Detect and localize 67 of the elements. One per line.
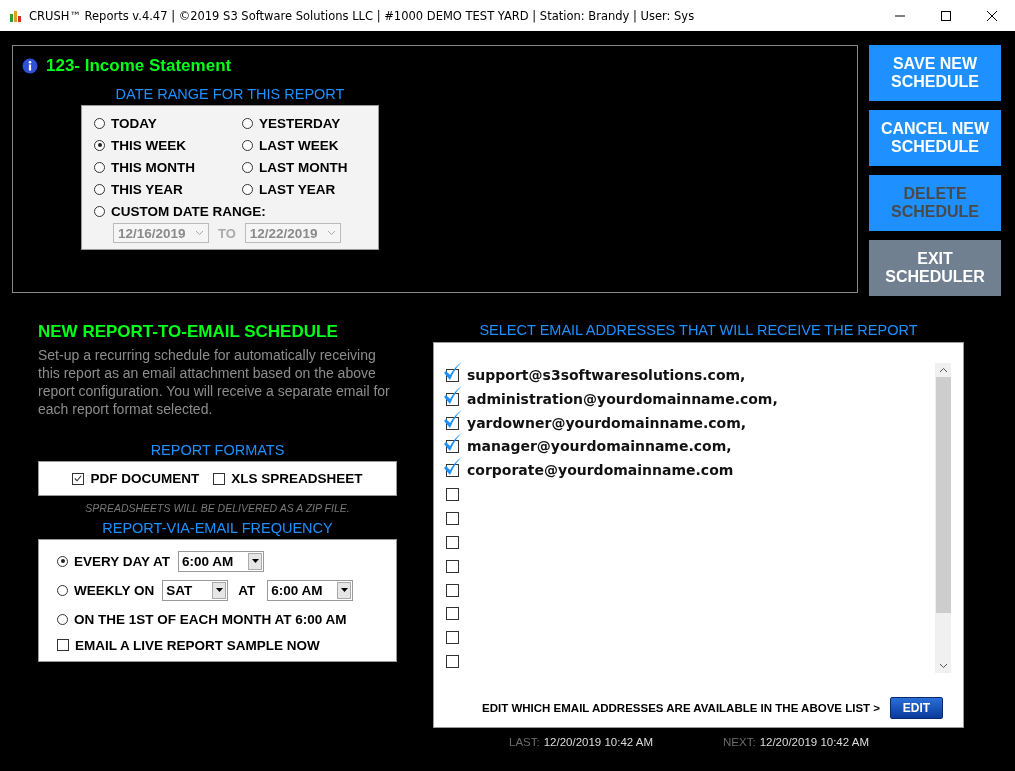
radio-label[interactable]: ON THE 1ST OF EACH MONTH AT 6:00 AM — [74, 611, 347, 627]
chevron-down-icon — [326, 230, 336, 236]
radio-button[interactable] — [94, 117, 105, 129]
window-title: CRUSH™ Reports v.4.47 | ©2019 S3 Software Solutions LLC | #1000 DEMO TEST YARD | Station: Brandy | User: Sys — [29, 8, 695, 23]
schedule-heading: NEW REPORT-TO-EMAIL SCHEDULE — [38, 322, 339, 342]
radio-button[interactable] — [94, 139, 105, 151]
email-address[interactable]: administration@yourdomainname.com, — [467, 390, 778, 407]
radio-label[interactable]: YESTERDAY — [259, 115, 341, 131]
chevron-down-icon — [195, 230, 204, 236]
scroll-thumb[interactable] — [935, 377, 951, 613]
next-label: NEXT: — [723, 736, 756, 748]
section-heading: SELECT EMAIL ADDRESSES THAT WILL RECEIVE THE REPORT — [478, 322, 919, 338]
dropdown-arrow-icon — [215, 588, 223, 592]
radio-label[interactable]: LAST WEEK — [259, 137, 339, 153]
time-dropdown[interactable]: 6:00 AM — [178, 550, 265, 572]
radio-button[interactable] — [57, 555, 68, 567]
radio-button[interactable] — [57, 584, 68, 596]
scroll-up-icon[interactable] — [938, 367, 948, 373]
at-label: AT — [238, 582, 256, 598]
radio-button[interactable] — [57, 613, 68, 625]
radio-label[interactable]: WEEKLY ON — [74, 582, 155, 598]
email-address[interactable]: yardowner@yourdomainname.com, — [467, 414, 747, 431]
scrollbar[interactable] — [935, 363, 951, 673]
radio-label[interactable]: THIS MONTH — [111, 159, 195, 175]
email-address[interactable]: corporate@yourdomainname.com — [467, 462, 734, 479]
edit-button[interactable]: EDIT — [890, 697, 943, 719]
section-heading: DATE RANGE FOR THIS REPORT — [114, 86, 346, 102]
dropdown-arrow-icon — [251, 559, 259, 563]
email-address[interactable]: support@s3softwaresolutions.com, — [467, 366, 746, 383]
radio-button[interactable] — [94, 183, 105, 195]
radio-label[interactable]: LAST MONTH — [259, 159, 348, 175]
dropdown-arrow-icon — [340, 588, 348, 592]
day-dropdown[interactable]: SAT — [162, 579, 229, 601]
report-title: 123- Income Statement — [46, 56, 232, 76]
time-dropdown[interactable]: 6:00 AM — [267, 579, 354, 601]
scroll-down-icon[interactable] — [938, 663, 948, 669]
schedule-description: Set-up a recurring schedule for automatically receiving this report as an email attachment based on the above report configuration. You will receive a separate email for each report format selected. — [38, 346, 391, 418]
checkbox[interactable] — [72, 472, 85, 485]
app-logo-icon — [9, 8, 23, 23]
email-address[interactable]: manager@yourdomainname.com, — [467, 438, 732, 455]
last-run-time: 12/20/2019 10:42 AM — [543, 736, 654, 748]
radio-label[interactable]: THIS WEEK — [111, 137, 186, 153]
radio-button[interactable] — [94, 161, 105, 173]
radio-button[interactable] — [242, 161, 253, 173]
close-icon[interactable] — [987, 10, 997, 21]
radio-label[interactable]: LAST YEAR — [259, 181, 336, 197]
checkbox-label[interactable]: EMAIL A LIVE REPORT SAMPLE NOW — [75, 637, 320, 653]
section-heading: REPORT-VIA-EMAIL FREQUENCY — [101, 520, 334, 536]
checkbox-label[interactable]: XLS SPREADSHEET — [231, 471, 363, 486]
next-run-time: 12/20/2019 10:42 AM — [759, 736, 869, 748]
checkbox[interactable] — [57, 639, 69, 651]
radio-button[interactable] — [242, 139, 253, 151]
radio-button[interactable] — [242, 183, 253, 195]
radio-label[interactable]: THIS YEAR — [111, 181, 183, 197]
schedule-button[interactable]: EXIT SCHEDULER — [869, 240, 1001, 296]
checkbox-label[interactable]: PDF DOCUMENT — [90, 471, 200, 486]
maximize-icon[interactable] — [941, 10, 951, 21]
to-label: TO — [218, 225, 236, 241]
radio-label[interactable]: EVERY DAY AT — [74, 553, 171, 569]
last-label: LAST: — [509, 736, 540, 748]
section-heading: REPORT FORMATS — [149, 442, 286, 458]
radio-label[interactable]: TODAY — [111, 115, 157, 131]
edit-prompt: EDIT WHICH EMAIL ADDRESSES ARE AVAILABLE IN THE ABOVE LIST > — [482, 702, 880, 714]
radio-button[interactable] — [242, 117, 253, 129]
info-icon[interactable] — [22, 58, 38, 74]
format-note: SPREADSHEETS WILL BE DELIVERED AS A ZIP FILE. — [84, 502, 351, 514]
checkbox[interactable] — [213, 472, 226, 485]
